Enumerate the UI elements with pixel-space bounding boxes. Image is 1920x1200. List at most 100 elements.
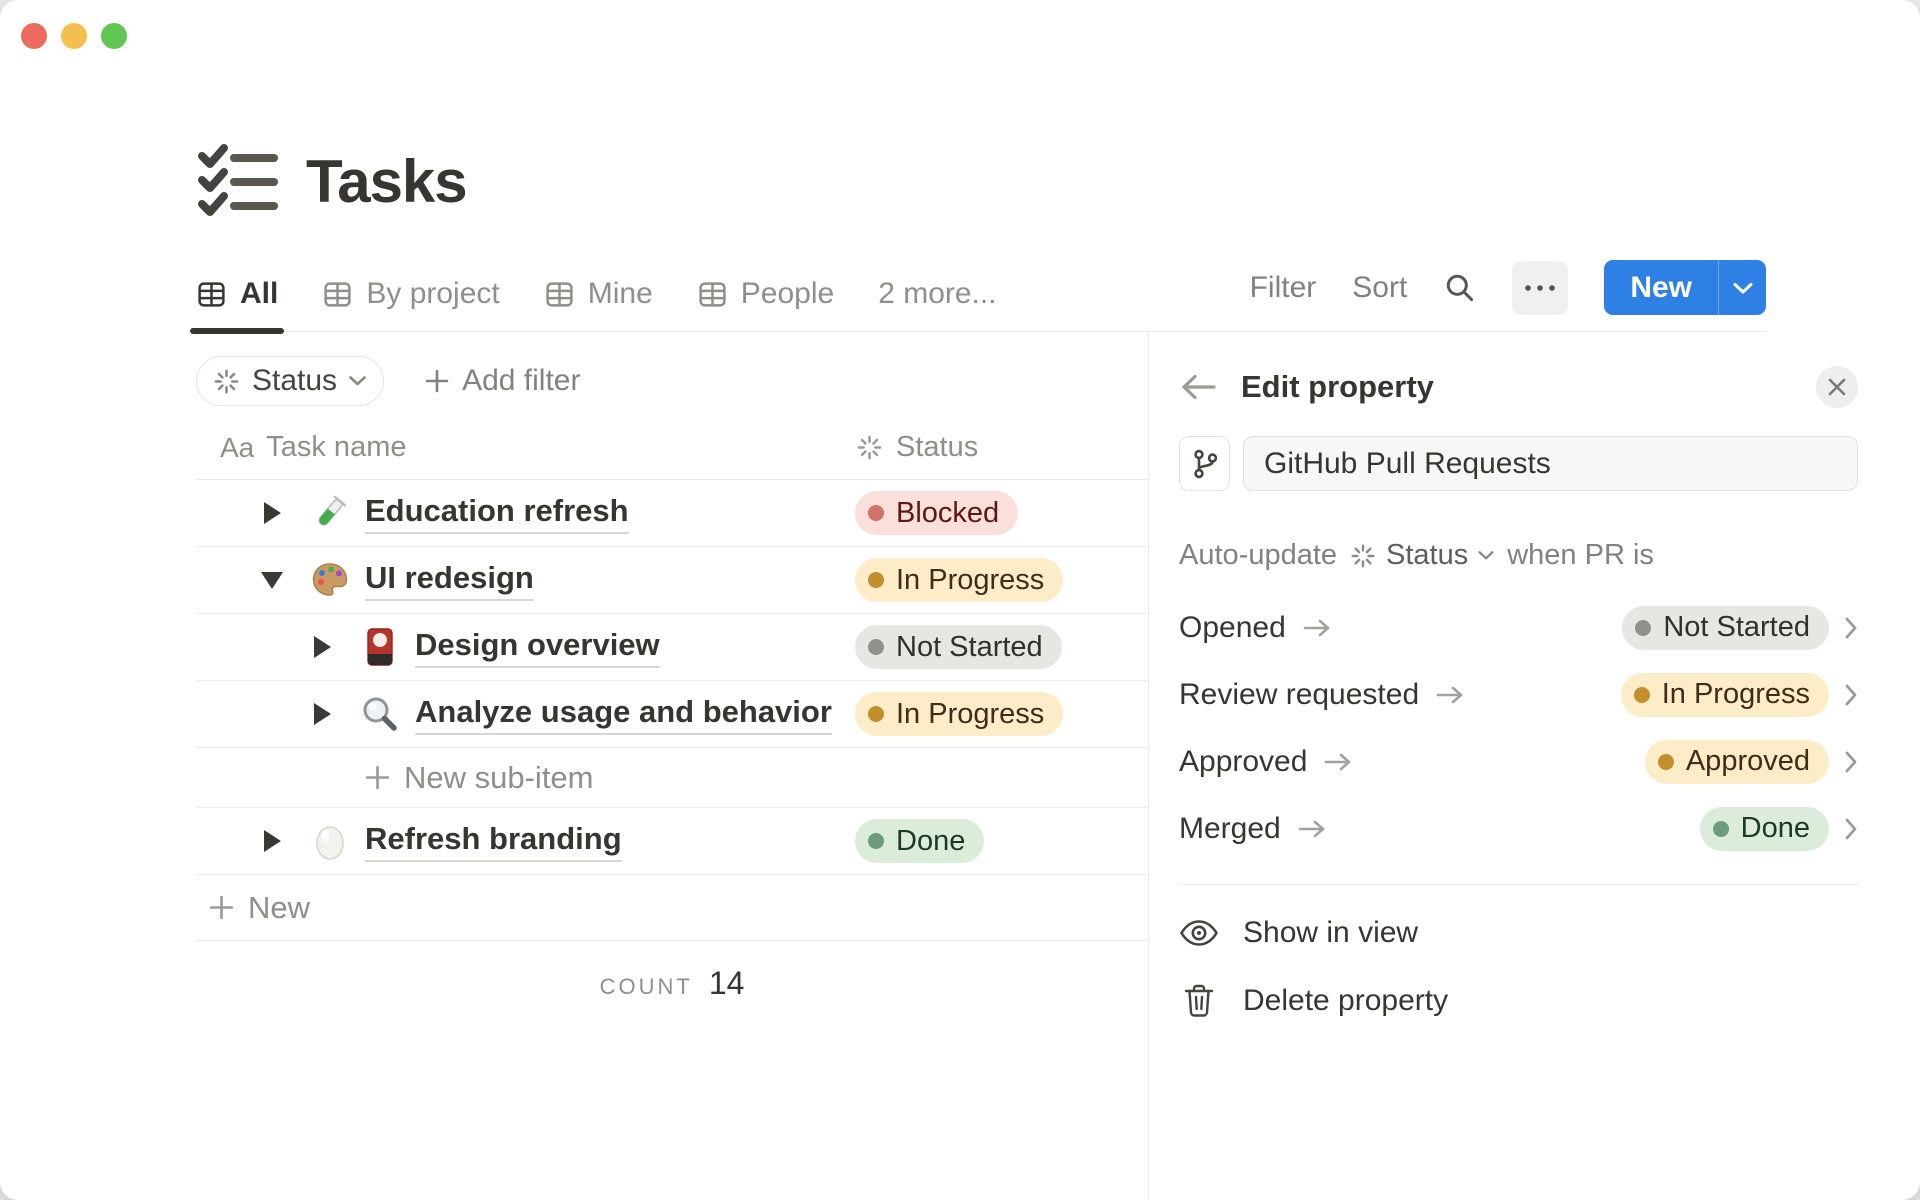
delete-property-button[interactable]: Delete property	[1179, 967, 1858, 1035]
status-badge: In Progress	[855, 558, 1064, 602]
status-dot	[868, 833, 884, 849]
more-options-button[interactable]	[1512, 260, 1569, 315]
tab-label: All	[240, 277, 279, 310]
show-in-view-button[interactable]: Show in view	[1179, 899, 1858, 967]
close-window-button[interactable]	[21, 23, 47, 49]
auto-update-prefix: Auto-update	[1179, 539, 1338, 571]
tab-more-views[interactable]: 2 more...	[878, 277, 996, 331]
status-dot	[868, 505, 884, 521]
table-row[interactable]: UI redesign In Progress	[196, 547, 1148, 614]
task-title[interactable]: Design overview	[415, 627, 660, 668]
sort-button[interactable]: Sort	[1352, 271, 1407, 305]
status-badge: In Progress	[855, 692, 1064, 736]
status-dot	[1635, 619, 1652, 636]
expand-toggle-icon[interactable]	[254, 495, 290, 531]
table-row[interactable]: Analyze usage and behavior In Progress	[196, 681, 1148, 748]
ellipsis-icon	[1525, 284, 1556, 291]
status-badge: Blocked	[855, 491, 1019, 535]
status-label: Approved	[1685, 745, 1810, 777]
new-row-button[interactable]: New	[196, 875, 1148, 941]
add-filter-button[interactable]: Add filter	[424, 364, 580, 398]
view-tabs: All By project Mine People 2 more...	[189, 277, 997, 334]
pr-event-label: Merged	[1179, 811, 1281, 845]
tab-label: People	[740, 277, 835, 310]
arrow-right-icon	[1297, 819, 1327, 839]
status-dot	[868, 572, 884, 588]
column-header-status[interactable]: Status	[855, 431, 978, 464]
table-row[interactable]: Design overview Not Started	[196, 614, 1148, 681]
expand-toggle-icon[interactable]	[304, 629, 340, 665]
new-button[interactable]: New	[1604, 260, 1718, 315]
new-row-label: New	[248, 889, 311, 925]
property-name-input[interactable]	[1243, 436, 1858, 491]
mapping-row-merged[interactable]: Merged Done	[1179, 795, 1858, 862]
close-panel-button[interactable]	[1816, 366, 1858, 408]
count-value: 14	[708, 965, 745, 1001]
auto-update-suffix: when PR is	[1507, 539, 1654, 571]
toolbar-controls: Filter Sort New	[1250, 260, 1766, 331]
action-label: Show in view	[1243, 916, 1419, 949]
new-dropdown-button[interactable]	[1718, 260, 1766, 315]
status-property-select[interactable]: Status	[1349, 539, 1495, 572]
status-chip-label: Status	[252, 364, 338, 397]
tab-mine[interactable]: Mine	[544, 277, 653, 331]
minimize-window-button[interactable]	[61, 23, 87, 49]
expand-toggle-icon[interactable]	[254, 823, 290, 859]
test-tube-emoji	[310, 493, 350, 533]
status-cell[interactable]: Not Started	[855, 625, 1148, 669]
filter-bar: Status Add filter	[196, 356, 1148, 406]
status-badge: Approved	[1644, 739, 1829, 784]
status-cell[interactable]: Done	[855, 819, 1148, 863]
collapse-toggle-icon[interactable]	[254, 562, 290, 598]
tab-all[interactable]: All	[189, 277, 285, 334]
section-divider	[1179, 884, 1858, 885]
pr-event-label: Opened	[1179, 610, 1286, 644]
search-icon[interactable]	[1443, 271, 1476, 304]
zoom-window-button[interactable]	[101, 23, 127, 49]
flower-card-emoji	[360, 627, 400, 667]
status-spinner-icon	[214, 369, 239, 393]
task-title[interactable]: Refresh branding	[365, 821, 622, 862]
filter-button[interactable]: Filter	[1250, 271, 1317, 305]
property-type-button[interactable]	[1179, 436, 1230, 491]
edit-property-panel: Edit property Auto-update Status	[1149, 332, 1920, 1200]
auto-update-line: Auto-update Status when PR is	[1179, 539, 1858, 572]
status-label: Done	[896, 824, 966, 857]
mapping-row-review-requested[interactable]: Review requested In Progress	[1179, 661, 1858, 728]
content-split: Status Add filter Aa Task name Status Ed…	[196, 332, 1920, 1200]
table-header: Aa Task name Status	[196, 416, 1148, 480]
panel-actions: Show in view Delete property	[1179, 899, 1858, 1035]
eye-icon	[1179, 919, 1219, 947]
new-split-button: New	[1604, 260, 1766, 315]
table-row[interactable]: Education refresh Blocked	[196, 480, 1148, 547]
add-filter-label: Add filter	[462, 364, 581, 397]
table-grid-icon	[546, 281, 573, 307]
new-sub-item-row[interactable]: New sub-item	[196, 748, 1148, 808]
trash-icon	[1179, 984, 1219, 1018]
status-filter-chip[interactable]: Status	[196, 356, 385, 406]
status-property-label: Status	[1386, 539, 1469, 571]
column-header-task-name[interactable]: Aa Task name	[196, 431, 406, 464]
status-cell[interactable]: Blocked	[855, 491, 1148, 535]
expand-toggle-icon[interactable]	[304, 696, 340, 732]
status-cell[interactable]: In Progress	[855, 558, 1148, 602]
mapping-row-opened[interactable]: Opened Not Started	[1179, 594, 1858, 661]
tab-people[interactable]: People	[697, 277, 834, 331]
arrow-right-icon	[1302, 618, 1332, 638]
status-badge: Done	[855, 819, 985, 863]
pr-event-label: Review requested	[1179, 677, 1420, 711]
mapping-row-approved[interactable]: Approved Approved	[1179, 728, 1858, 795]
status-cell[interactable]: In Progress	[855, 692, 1148, 736]
task-title[interactable]: Education refresh	[365, 493, 629, 534]
task-title[interactable]: Analyze usage and behavior	[415, 694, 832, 735]
chevron-right-icon	[1844, 683, 1858, 707]
task-title[interactable]: UI redesign	[365, 560, 534, 601]
table-grid-icon	[324, 281, 351, 307]
back-button[interactable]	[1179, 367, 1219, 407]
tab-by-project[interactable]: By project	[322, 277, 500, 331]
toolbar: All By project Mine People 2 more... Fil…	[189, 260, 1766, 334]
chevron-down-icon	[1478, 551, 1494, 560]
table-row[interactable]: Refresh branding Done	[196, 808, 1148, 875]
column-label: Status	[896, 431, 979, 463]
status-dot	[1712, 820, 1729, 837]
